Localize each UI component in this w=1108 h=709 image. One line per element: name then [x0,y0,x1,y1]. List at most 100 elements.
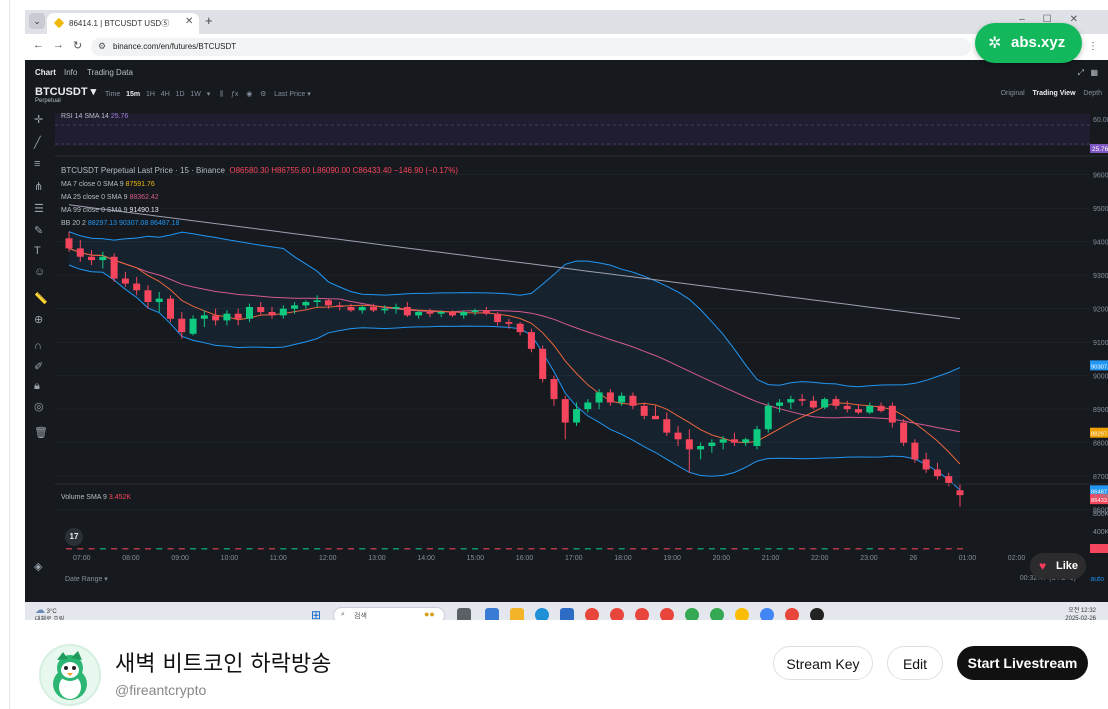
start-livestream-button[interactable]: Start Livestream [957,646,1088,680]
brush-icon[interactable]: ✎ [34,224,43,237]
candle-body [651,415,659,420]
volume-bar [911,548,918,550]
volume-bar [77,548,84,550]
edit-button[interactable]: Edit [887,646,943,680]
avatar[interactable] [39,644,101,706]
camera-icon[interactable]: ◉ [246,91,252,98]
volume-bar [765,548,772,550]
volume-bar [821,548,828,550]
volume-bar [426,548,433,550]
volume-bar [550,548,557,550]
volume-bar [415,548,422,550]
stream-title: 새벽 비트코인 하락방송 [115,652,332,677]
tab-info[interactable]: Info [64,68,77,77]
fullscreen-icon[interactable]: ⤢ [1078,68,1084,78]
tab-trading-data[interactable]: Trading Data [87,68,133,77]
date-range-selector[interactable]: Date Range ▾ [65,575,108,583]
volume-bar [449,548,456,550]
price-type-selector[interactable]: Last Price ▾ [274,91,311,98]
candle-body [392,307,400,309]
forward-arrow-icon[interactable]: → [53,39,64,51]
price-tag-label: 88297.13 [1091,432,1108,438]
text-icon[interactable]: T [34,245,41,257]
tab-chart[interactable]: Chart [35,68,56,77]
browser-menu-icon[interactable]: ⋮ [1088,41,1098,52]
candle-body [584,402,592,410]
eye-icon[interactable]: ◎ [34,400,44,413]
trendline-icon[interactable]: ╱ [34,136,41,149]
volume-bar [438,548,445,550]
abs-label: abs.xyz [1011,34,1066,51]
channel-handle[interactable]: @fireantcrypto [115,682,206,698]
volume-bar [573,548,580,550]
new-tab-button[interactable]: + [205,13,213,28]
ma25-value: 88362.42 [129,194,159,201]
symbol-selector[interactable]: BTCUSDT ▾ [35,85,96,98]
layers-icon[interactable]: ◈ [34,560,42,573]
pitchfork-icon[interactable]: ⋔ [34,180,43,193]
candle-body [933,469,941,477]
magnet-icon[interactable]: ∩ [34,340,42,352]
screen: ⌄ 86414.1 | BTCUSDT USDⓈ-Ma ✕ + –☐✕ ← → … [0,0,1108,709]
volume-bar [708,548,715,550]
volume-bar [235,548,242,550]
fib-icon[interactable]: ☰ [34,202,44,215]
view-trading-view[interactable]: Trading View [1032,90,1075,97]
chart-area[interactable]: 96000.00 95000.00 94000.00 93000.00 92000.00… [55,108,1108,583]
candle-body [516,323,524,333]
ruler-icon[interactable]: 📏 [34,292,48,305]
url-field[interactable]: ⚙ binance.com/en/futures/BTCUSDT [91,38,971,56]
tf-dropdown-icon[interactable]: ▾ [207,91,211,98]
candlestick-chart[interactable]: 96000.00 95000.00 94000.00 93000.00 92000.00… [55,108,1108,578]
settings-icon[interactable]: ⚙ [260,91,266,98]
candle-body [415,312,423,316]
ohlc-readout: BTCUSDT Perpetual Last Price · 15 · Bina… [61,166,458,175]
tf-1d[interactable]: 1D [176,91,185,98]
time-tick-label: 20:00 [713,555,731,562]
candle-body [257,307,265,313]
tf-15m[interactable]: 15m [126,91,140,98]
candle-type-icon[interactable]: ⫼ [220,91,223,98]
zoom-icon[interactable]: ⊕ [34,313,43,326]
site-info-icon[interactable]: ⚙ [98,41,106,52]
candle-body [832,399,840,406]
volume-bar [280,548,287,550]
main-title: BTCUSDT Perpetual Last Price · 15 · Bina… [61,166,225,175]
tab-search-icon[interactable]: ⌄ [29,13,45,29]
date-range-label: Date Range [65,576,103,583]
indicators-icon[interactable]: ƒx [231,91,238,98]
ohlc-values: O86580.30 H86755.60 L86090.00 C86433.40 … [229,166,459,175]
view-original[interactable]: Original [1001,90,1025,97]
time-tick-label: 10:00 [221,555,239,562]
trash-icon[interactable]: 🗑︎ [34,426,48,439]
candle-body [403,307,411,316]
ma7-label: MA 7 close 0 SMA 9 [61,181,124,188]
close-icon[interactable]: ✕ [185,16,193,27]
horizontal-lines-icon[interactable]: ≡ [34,158,40,170]
abs-xyz-badge[interactable]: ✲ abs.xyz [975,23,1082,63]
back-arrow-icon[interactable]: ← [33,39,44,51]
grid-layout-icon[interactable]: ▦ [1090,68,1098,77]
lock-icon[interactable]: 🔒︎ [34,380,40,393]
tf-4h[interactable]: 4H [161,91,170,98]
volume-bar [596,548,603,550]
volume-bar [539,548,546,550]
auto-scale-toggle[interactable]: auto [1090,576,1104,583]
view-depth[interactable]: Depth [1083,90,1102,97]
time-tick-label: 23:00 [860,555,878,562]
time-tick-label: 02:00 [1008,555,1026,562]
candle-body [448,312,456,316]
pencil-lock-icon[interactable]: ✐ [34,360,43,373]
crosshair-icon[interactable]: ✛ [34,113,43,126]
tf-1h[interactable]: 1H [146,91,155,98]
price-tick-label: 93000.00 [1093,273,1108,280]
like-button[interactable]: ♥ Like [1030,553,1086,579]
reload-icon[interactable]: ↻ [73,39,82,52]
volume-bar [641,548,648,550]
stream-key-button[interactable]: Stream Key [773,646,873,680]
emoji-icon[interactable]: ☺ [34,266,45,278]
candle-body [426,312,434,314]
browser-tab[interactable]: 86414.1 | BTCUSDT USDⓈ-Ma ✕ [47,13,199,34]
tf-1w[interactable]: 1W [190,91,201,98]
tf-time[interactable]: Time [105,91,120,98]
